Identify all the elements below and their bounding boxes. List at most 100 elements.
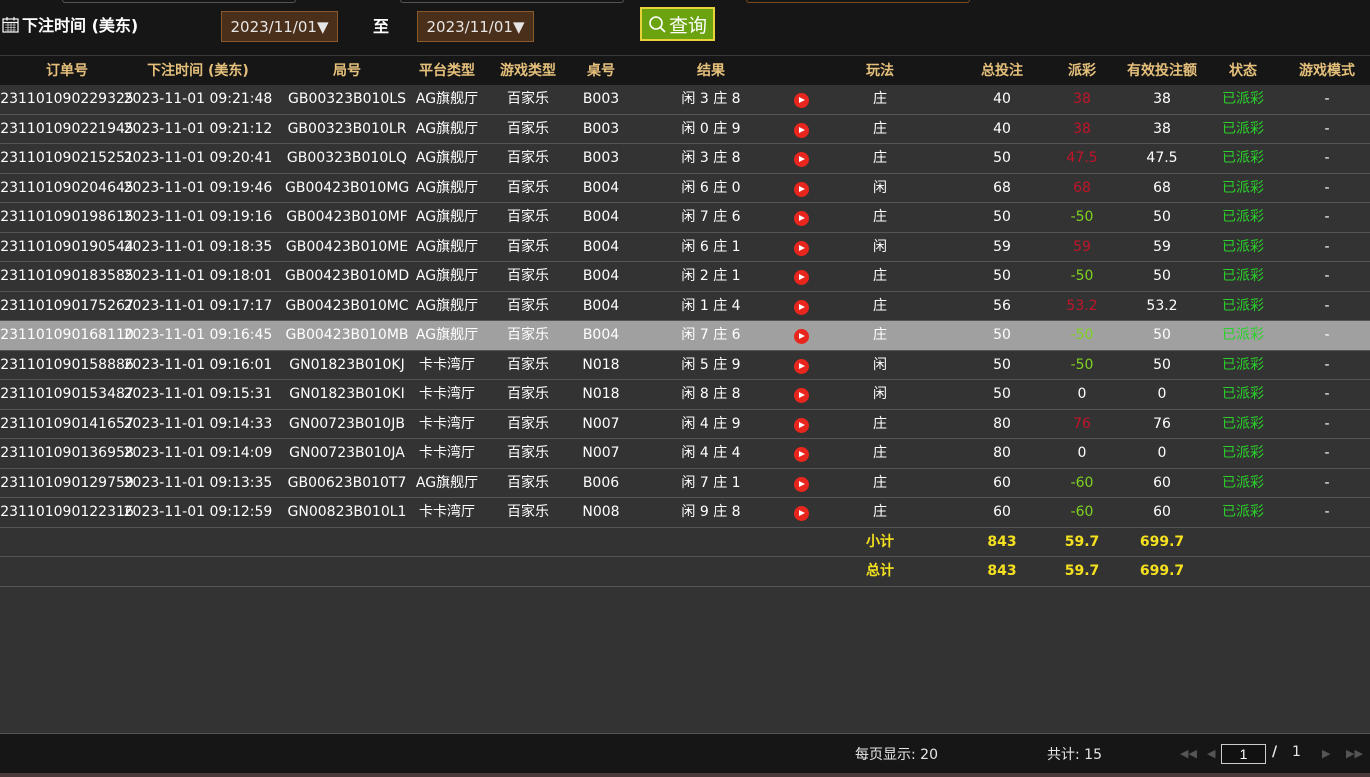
table-row[interactable]: 231101090153487 2023-11-01 09:15:31 GN0182… [0,380,1370,410]
col-order-no-header[interactable]: 订单号 [0,56,134,86]
col-result-header[interactable]: 结果 [666,56,756,86]
play-icon[interactable] [794,299,809,315]
result-cell: 闲 6 庄 0 [681,179,741,196]
play-icon[interactable] [794,417,809,433]
order-no-cell: 231101090190544 [0,238,134,255]
prev-page-icon[interactable]: ◀ [1207,747,1215,760]
play-icon[interactable] [794,211,809,226]
game-type-cell: 百家乐 [507,504,549,520]
status-cell: 已派彩 [1222,238,1264,255]
game-type-cell: 百家乐 [507,179,549,196]
payout-cell: 38 [1073,91,1091,107]
table-row[interactable]: 231101090215251 2023-11-01 09:20:41 GB0032… [0,144,1370,174]
status-cell: 已派彩 [1222,356,1264,373]
table-row[interactable]: 231101090175267 2023-11-01 09:17:17 GB0042… [0,291,1370,321]
search-icon [649,15,666,33]
col-table-no-header[interactable]: 桌号 [576,56,626,86]
col-bet-type-header[interactable]: 玩法 [850,56,910,86]
play-icon[interactable] [794,152,809,167]
order-no-cell: 231101090158886 [0,356,134,373]
payout-cell: 47.5 [1066,150,1098,166]
col-round-no-header[interactable]: 局号 [285,56,409,86]
date-range-separator: 至 [373,17,390,36]
bet-type-cell: 闲 [873,179,887,196]
bet-time-cell: 2023-11-01 09:16:45 [123,327,273,343]
round-no-cell: GB00423B010MB [285,327,409,343]
summary-valid-bet: 699.7 [1139,533,1185,550]
col-game-type-header[interactable]: 游戏类型 [495,56,561,86]
bet-type-cell: 庄 [873,91,887,107]
col-game-mode-header[interactable]: 游戏模式 [1292,56,1362,86]
first-page-icon[interactable]: ◀◀ [1180,747,1197,760]
game-type-cell: 百家乐 [507,209,549,225]
table-row[interactable]: 231101090183585 2023-11-01 09:18:01 GB0042… [0,262,1370,292]
bet-time-cell: 2023-11-01 09:16:01 [123,356,273,373]
valid-bet-cell: 50 [1153,209,1171,225]
last-page-icon[interactable]: ▶▶ [1346,747,1363,760]
table-row[interactable]: 231101090158886 2023-11-01 09:16:01 GN0182… [0,350,1370,380]
valid-bet-cell: 50 [1153,356,1171,373]
bet-time-cell: 2023-11-01 09:18:01 [123,268,273,284]
play-icon[interactable] [794,181,809,197]
play-icon[interactable] [794,447,809,462]
play-icon[interactable] [794,93,809,108]
col-total-bet-header[interactable]: 总投注 [972,56,1032,86]
order-no-cell: 231101090175267 [0,297,134,314]
play-icon[interactable] [794,270,809,285]
table-row[interactable]: 231101090229325 2023-11-01 09:21:48 GB0032… [0,85,1370,115]
table-row[interactable]: 231101090204645 2023-11-01 09:19:46 GB0042… [0,173,1370,203]
start-date-select[interactable]: 2023/11/01 ▼ [221,11,338,42]
play-icon[interactable] [794,122,809,138]
game-type-cell: 百家乐 [507,327,549,343]
result-cell: 闲 7 庄 6 [681,209,741,225]
col-valid-bet-header[interactable]: 有效投注额 [1122,56,1202,86]
table-row[interactable]: 231101090129759 2023-11-01 09:13:35 GB0062… [0,468,1370,498]
order-no-cell: 231101090204645 [0,179,134,196]
page-number-input[interactable] [1221,744,1266,764]
table-row[interactable]: 231101090168110 2023-11-01 09:16:45 GB0042… [0,321,1370,351]
table-row[interactable]: 231101090141657 2023-11-01 09:14:33 GN0072… [0,409,1370,439]
play-icon[interactable] [794,388,809,403]
game-mode-cell: - [1324,268,1330,284]
total-bet-cell: 40 [993,91,1011,107]
result-cell: 闲 7 庄 6 [681,327,741,343]
query-button[interactable]: 查询 [640,7,715,41]
result-cell: 闲 2 庄 1 [681,268,741,284]
col-bet-time-header[interactable]: 下注时间 (美东) [122,56,274,86]
result-cell: 闲 4 庄 4 [681,445,741,461]
play-icon[interactable] [794,506,809,521]
col-platform-header[interactable]: 平台类型 [412,56,482,86]
table-row[interactable]: 231101090190544 2023-11-01 09:18:35 GB0042… [0,232,1370,262]
platform-cell: 卡卡湾厅 [419,386,475,402]
game-type-cell: 百家乐 [507,120,549,137]
game-type-cell: 百家乐 [507,297,549,314]
table-row[interactable]: 231101090136958 2023-11-01 09:14:09 GN0072… [0,439,1370,469]
platform-cell: 卡卡湾厅 [419,356,475,373]
game-mode-cell: - [1324,150,1330,166]
play-icon[interactable] [794,358,809,374]
play-icon[interactable] [794,240,809,256]
table-no-cell: N007 [582,445,620,461]
status-cell: 已派彩 [1222,386,1264,402]
game-type-cell: 百家乐 [507,415,549,432]
table-row[interactable]: 231101090198615 2023-11-01 09:19:16 GB0042… [0,203,1370,233]
bet-time-cell: 2023-11-01 09:20:41 [123,150,273,166]
col-status-header[interactable]: 状态 [1213,56,1273,86]
valid-bet-cell: 50 [1153,268,1171,284]
status-cell: 已派彩 [1222,209,1264,225]
payout-cell: 68 [1073,179,1091,196]
play-icon[interactable] [794,476,809,492]
payout-cell: -50 [1070,268,1094,284]
round-no-cell: GB00323B010LR [287,120,407,137]
bet-time-cell: 2023-11-01 09:13:35 [123,474,273,491]
valid-bet-cell: 0 [1157,386,1167,402]
result-cell: 闲 6 庄 1 [681,238,741,255]
next-page-icon[interactable]: ▶ [1322,747,1330,760]
col-payout-header[interactable]: 派彩 [1052,56,1112,86]
end-date-select[interactable]: 2023/11/01 ▼ [417,11,534,42]
total-bet-cell: 50 [993,386,1011,402]
play-icon[interactable] [794,329,809,344]
table-row[interactable]: 231101090122316 2023-11-01 09:12:59 GN0082… [0,498,1370,528]
total-bet-cell: 60 [993,504,1011,520]
table-row[interactable]: 231101090221945 2023-11-01 09:21:12 GB0032… [0,114,1370,144]
